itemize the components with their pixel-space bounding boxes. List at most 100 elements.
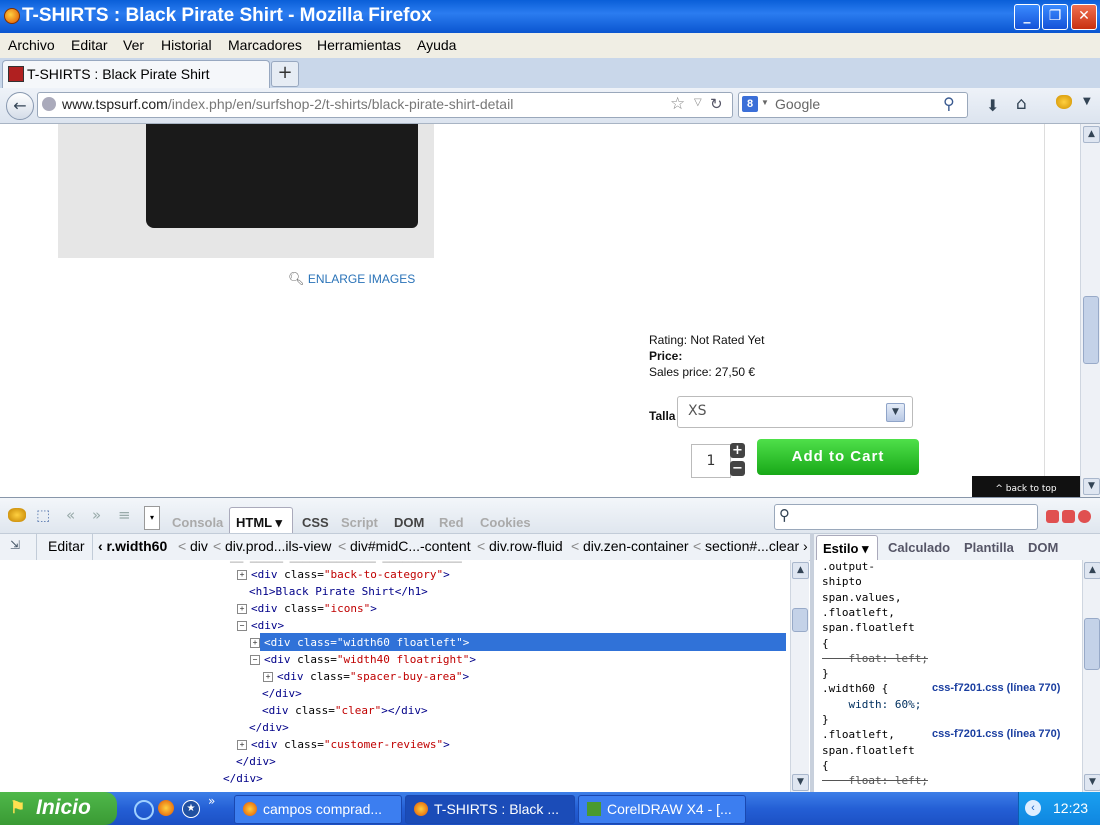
history-dropdown-icon[interactable]: ▽	[694, 97, 702, 108]
css-scrollbar-thumb[interactable]	[1084, 618, 1100, 670]
back-to-top-link[interactable]: ^ back to top	[972, 476, 1080, 497]
task-tshirts-black[interactable]: T-SHIRTS : Black ...	[405, 795, 575, 824]
expand-toggle-icon[interactable]: +	[237, 570, 247, 580]
tab-script[interactable]: Script	[341, 515, 378, 530]
html-node[interactable]: </div>	[224, 755, 276, 768]
crumb-midcontent[interactable]: div#midC...-content	[350, 538, 471, 554]
start-button[interactable]: ⚑ Inicio	[0, 792, 117, 825]
firebug-menu-icon[interactable]	[8, 508, 26, 522]
detach-panel-icon[interactable]	[1062, 510, 1075, 523]
css-rule-line[interactable]: .width60 {	[822, 682, 888, 695]
css-rule-line[interactable]: span.floatleft	[822, 621, 915, 634]
css-rule-line[interactable]: {	[822, 637, 829, 650]
scroll-down-arrow-icon[interactable]: ▼	[1083, 478, 1100, 495]
tab-html[interactable]: HTML ▾	[229, 507, 293, 534]
tab-plantilla[interactable]: Plantilla	[964, 540, 1014, 555]
tab-cookies[interactable]: Cookies	[480, 515, 531, 530]
tab-consola[interactable]: Consola	[172, 515, 223, 530]
menu-herramientas[interactable]: Herramientas	[317, 37, 401, 53]
maximize-button[interactable]: ❐	[1042, 4, 1068, 30]
css-rule-line[interactable]: span.floatleft	[822, 744, 915, 757]
html-node[interactable]: </div>	[237, 721, 289, 734]
css-source-link[interactable]: css-f7201.css (línea 770)	[932, 682, 1060, 694]
engine-dropdown-icon[interactable]: ▼	[761, 98, 769, 107]
html-scrollbar-thumb[interactable]	[792, 608, 808, 632]
menu-archivo[interactable]: Archivo	[8, 37, 55, 53]
html-node[interactable]: </div>	[211, 772, 263, 785]
crumb-product-details[interactable]: div.prod...ils-view	[225, 538, 331, 554]
menu-ayuda[interactable]: Ayuda	[417, 37, 456, 53]
menu-marcadores[interactable]: Marcadores	[228, 37, 302, 53]
reload-icon[interactable]: ↻	[710, 95, 723, 113]
search-magnifier-icon[interactable]: ⚲	[943, 94, 955, 114]
quantity-plus-button[interactable]: +	[730, 443, 745, 458]
close-panel-icon[interactable]	[1078, 510, 1091, 523]
expand-toggle-icon[interactable]: −	[250, 655, 260, 665]
scroll-up-arrow-icon[interactable]: ▲	[792, 562, 809, 579]
more-quicklaunch-icon[interactable]: »	[208, 794, 215, 808]
css-rule-line[interactable]: }	[822, 713, 829, 726]
minimize-button[interactable]: _	[1014, 4, 1040, 30]
talla-select[interactable]: XS ▼	[677, 396, 913, 428]
crumb-row-fluid[interactable]: div.row-fluid	[489, 538, 563, 554]
html-node[interactable]: </div>	[250, 687, 302, 700]
firefox-quicklaunch-icon[interactable]	[158, 800, 174, 816]
menu-editar[interactable]: Editar	[71, 37, 108, 53]
browser-tab[interactable]: T-SHIRTS : Black Pirate Shirt	[2, 60, 270, 88]
html-node[interactable]: − <div class="width40 floatright">	[250, 653, 476, 666]
url-bar[interactable]: www.tspsurf.com/index.php/en/surfshop-2/…	[37, 92, 733, 118]
css-rule-line[interactable]: .output-	[822, 560, 875, 573]
css-rule-line[interactable]: shipto	[822, 575, 862, 588]
page-scrollbar-thumb[interactable]	[1083, 296, 1099, 364]
panel-menu-dropdown-icon[interactable]: ▾	[144, 506, 160, 530]
crumb-zen-container[interactable]: div.zen-container	[583, 538, 689, 554]
home-icon[interactable]: ⌂	[1016, 94, 1027, 114]
html-node[interactable]: + <div class="icons">	[237, 602, 377, 615]
css-rule-line[interactable]: width: 60%;	[822, 698, 921, 711]
html-node[interactable]: <div class="clear"></div>	[250, 704, 428, 717]
css-pane-scrollbar[interactable]: ▲ ▼	[1082, 560, 1100, 792]
css-rule-line[interactable]: .floatleft,	[822, 728, 895, 741]
tab-dom[interactable]: DOM	[394, 515, 424, 530]
expand-toggle-icon[interactable]: +	[263, 672, 273, 682]
css-rule-line[interactable]: }	[822, 667, 829, 680]
edit-button[interactable]: Editar	[48, 538, 85, 554]
page-scrollbar[interactable]: ▲ ▼	[1080, 124, 1100, 497]
tab-side-dom[interactable]: DOM	[1028, 540, 1058, 555]
task-coreldraw[interactable]: CorelDRAW X4 - [...	[578, 795, 746, 824]
google-engine-icon[interactable]: 8	[742, 96, 758, 112]
window-title-bar[interactable]: T-SHIRTS : Black Pirate Shirt - Mozilla …	[0, 0, 1100, 33]
bookmark-star-icon[interactable]: ☆	[670, 94, 685, 114]
crumb-width60[interactable]: ‹ r.width60	[98, 538, 167, 554]
html-node-selected[interactable]: + <div class="width60 floatleft">	[250, 636, 469, 649]
task-campos-comprad[interactable]: campos comprad...	[234, 795, 402, 824]
layout-toggle-icon[interactable]: ⇲	[10, 538, 20, 552]
html-node[interactable]: + <div class="back-to-category">	[237, 568, 450, 581]
product-image[interactable]	[58, 124, 434, 258]
quantity-minus-button[interactable]: −	[730, 461, 745, 476]
list-icon[interactable]: ≡	[118, 506, 131, 524]
close-button[interactable]: ✕	[1071, 4, 1097, 30]
scroll-down-arrow-icon[interactable]: ▼	[1084, 774, 1100, 791]
crumb-section[interactable]: section#...clear ›	[705, 538, 808, 554]
tab-calculado[interactable]: Calculado	[888, 540, 950, 555]
scroll-down-arrow-icon[interactable]: ▼	[792, 774, 809, 791]
css-source-link[interactable]: css-f7201.css (línea 770)	[932, 728, 1060, 740]
html-node[interactable]: + <div class="customer-reviews">	[237, 738, 450, 751]
download-arrow-icon[interactable]: ⬇	[986, 96, 999, 115]
expand-toggle-icon[interactable]: +	[250, 638, 260, 648]
html-node[interactable]: <h1>Black Pirate Shirt</h1>	[237, 585, 428, 598]
tab-css[interactable]: CSS	[302, 515, 329, 530]
new-tab-button[interactable]: +	[271, 61, 299, 87]
quantity-input[interactable]: 1	[691, 444, 731, 478]
expand-toggle-icon[interactable]: +	[237, 740, 247, 750]
css-rule-line[interactable]: float: left;	[822, 652, 927, 665]
scroll-up-arrow-icon[interactable]: ▲	[1084, 562, 1100, 579]
crumb-div[interactable]: div	[190, 538, 208, 554]
html-pane-scrollbar[interactable]: ▲ ▼	[790, 560, 809, 792]
search-bar[interactable]: 8 ▼ Google ⚲	[738, 92, 968, 118]
css-rule-line[interactable]: float: left;	[822, 774, 927, 787]
internet-explorer-icon[interactable]	[134, 800, 154, 820]
tray-expand-icon[interactable]: ‹	[1025, 800, 1041, 816]
minimize-panel-icon[interactable]	[1046, 510, 1059, 523]
